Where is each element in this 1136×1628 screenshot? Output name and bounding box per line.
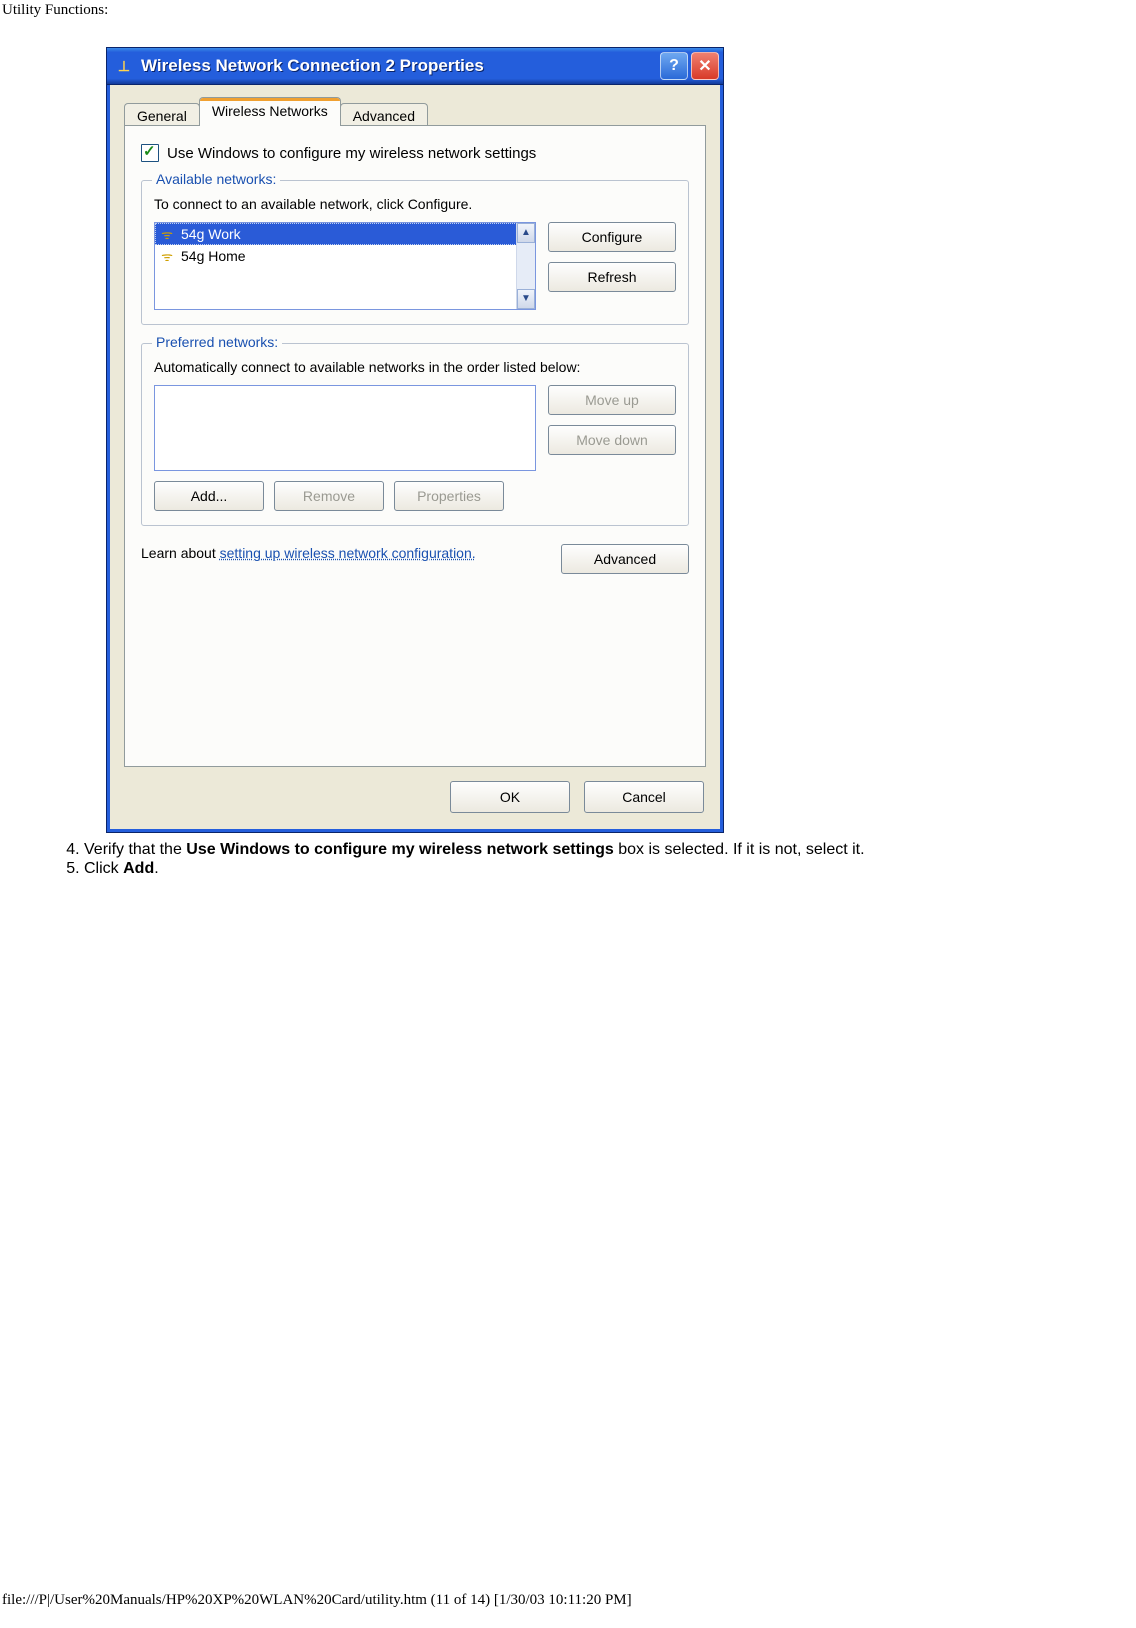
preferred-hint: Automatically connect to available netwo… (154, 358, 676, 377)
page-header: Utility Functions: (0, 0, 1136, 19)
properties-dialog: ⊥ Wireless Network Connection 2 Properti… (106, 47, 724, 833)
tab-content: Use Windows to configure my wireless net… (124, 125, 706, 767)
move-up-button[interactable]: Move up (548, 385, 676, 415)
help-button[interactable]: ? (660, 52, 688, 80)
advanced-button[interactable]: Advanced (561, 544, 689, 574)
network-name: 54g Work (181, 226, 241, 242)
network-name: 54g Home (181, 248, 246, 264)
preferred-networks-list[interactable] (154, 385, 536, 471)
scrollbar[interactable]: ▲ ▼ (516, 223, 535, 309)
refresh-button[interactable]: Refresh (548, 262, 676, 292)
available-networks-list[interactable]: ᯤ 54g Work ᯤ 54g Home ▲ ▼ (154, 222, 536, 310)
properties-button[interactable]: Properties (394, 481, 504, 511)
use-windows-label: Use Windows to configure my wireless net… (167, 145, 536, 162)
network-icon: ᯤ (159, 225, 175, 243)
preferred-legend: Preferred networks: (152, 334, 282, 350)
available-networks-group: Available networks: To connect to an ava… (141, 180, 689, 325)
window-title: Wireless Network Connection 2 Properties (141, 56, 660, 76)
add-button[interactable]: Add... (154, 481, 264, 511)
available-hint: To connect to an available network, clic… (154, 195, 676, 214)
remove-button[interactable]: Remove (274, 481, 384, 511)
instruction-list: Verify that the Use Windows to configure… (50, 841, 1136, 878)
use-windows-checkbox[interactable] (141, 144, 159, 162)
available-legend: Available networks: (152, 171, 280, 187)
learn-about-text: Learn about setting up wireless network … (141, 544, 549, 564)
titlebar[interactable]: ⊥ Wireless Network Connection 2 Properti… (107, 48, 723, 85)
scroll-up-icon[interactable]: ▲ (517, 223, 535, 243)
instruction-item: Click Add. (84, 860, 1136, 878)
ok-button[interactable]: OK (450, 781, 570, 813)
screenshot-container: ⊥ Wireless Network Connection 2 Properti… (106, 47, 1136, 833)
tab-wireless-networks[interactable]: Wireless Networks (199, 97, 341, 126)
network-icon: ᯤ (159, 247, 175, 265)
move-down-button[interactable]: Move down (548, 425, 676, 455)
preferred-networks-group: Preferred networks: Automatically connec… (141, 343, 689, 526)
instruction-item: Verify that the Use Windows to configure… (84, 841, 1136, 859)
scroll-down-icon[interactable]: ▼ (517, 289, 535, 309)
dialog-button-bar: OK Cancel (107, 767, 723, 832)
page-footer: file:///P|/User%20Manuals/HP%20XP%20WLAN… (2, 1592, 632, 1609)
cancel-button[interactable]: Cancel (584, 781, 704, 813)
list-item[interactable]: ᯤ 54g Home (155, 245, 517, 267)
tab-strip: General Wireless Networks Advanced (124, 97, 706, 126)
configure-button[interactable]: Configure (548, 222, 676, 252)
close-button[interactable]: ✕ (691, 52, 719, 80)
learn-link[interactable]: setting up wireless network configuratio… (220, 545, 476, 561)
wireless-icon: ⊥ (115, 57, 133, 75)
list-item[interactable]: ᯤ 54g Work (155, 223, 517, 245)
